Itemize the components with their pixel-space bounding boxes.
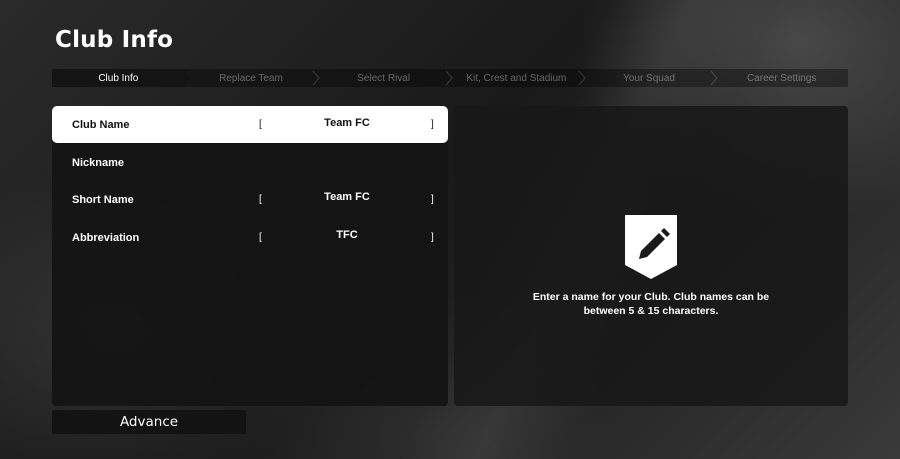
page-title: Club Info [55,27,174,53]
step-career-settings[interactable]: Career Settings [715,69,848,87]
field-club-name[interactable]: Club Name [ Team FC ] [52,106,448,143]
pencil-shield-icon [625,215,677,279]
club-fields-panel: Club Name [ Team FC ] Nickname Short Nam… [52,106,448,406]
field-abbreviation[interactable]: Abbreviation [ TFC ] [52,219,448,256]
step-label: Career Settings [746,72,817,84]
field-label: Nickname [72,156,124,169]
close-bracket: ] [431,119,434,130]
field-label: Club Name [72,118,130,131]
field-label: Abbreviation [72,231,140,244]
step-kit-crest-stadium[interactable]: Kit, Crest and Stadium [450,69,586,87]
step-label: Club Info [98,72,139,84]
step-your-squad[interactable]: Your Squad [583,69,719,87]
close-bracket: ] [431,194,434,205]
field-short-name[interactable]: Short Name [ Team FC ] [52,181,448,218]
open-bracket: [ [259,194,262,205]
open-bracket: [ [259,119,262,130]
help-text: Enter a name for your Club. Club names c… [532,291,770,317]
step-label: Replace Team [219,72,283,84]
advance-button[interactable]: Advance [52,410,246,434]
field-value: TFC [336,229,358,241]
step-club-info[interactable]: Club Info [52,69,189,87]
help-panel: Enter a name for your Club. Club names c… [454,106,848,406]
field-label: Short Name [72,193,134,206]
open-bracket: [ [259,232,262,243]
step-label: Kit, Crest and Stadium [466,72,567,84]
step-label: Select Rival [357,72,411,84]
step-label: Your Squad [623,72,675,84]
close-bracket: ] [431,232,434,243]
field-value: Team FC [324,117,370,129]
field-nickname[interactable]: Nickname [52,144,448,181]
progress-steps: Club Info Replace Team Select Rival Kit,… [52,69,848,87]
step-select-rival[interactable]: Select Rival [317,69,453,87]
step-replace-team[interactable]: Replace Team [185,69,321,87]
field-value: Team FC [324,191,370,203]
